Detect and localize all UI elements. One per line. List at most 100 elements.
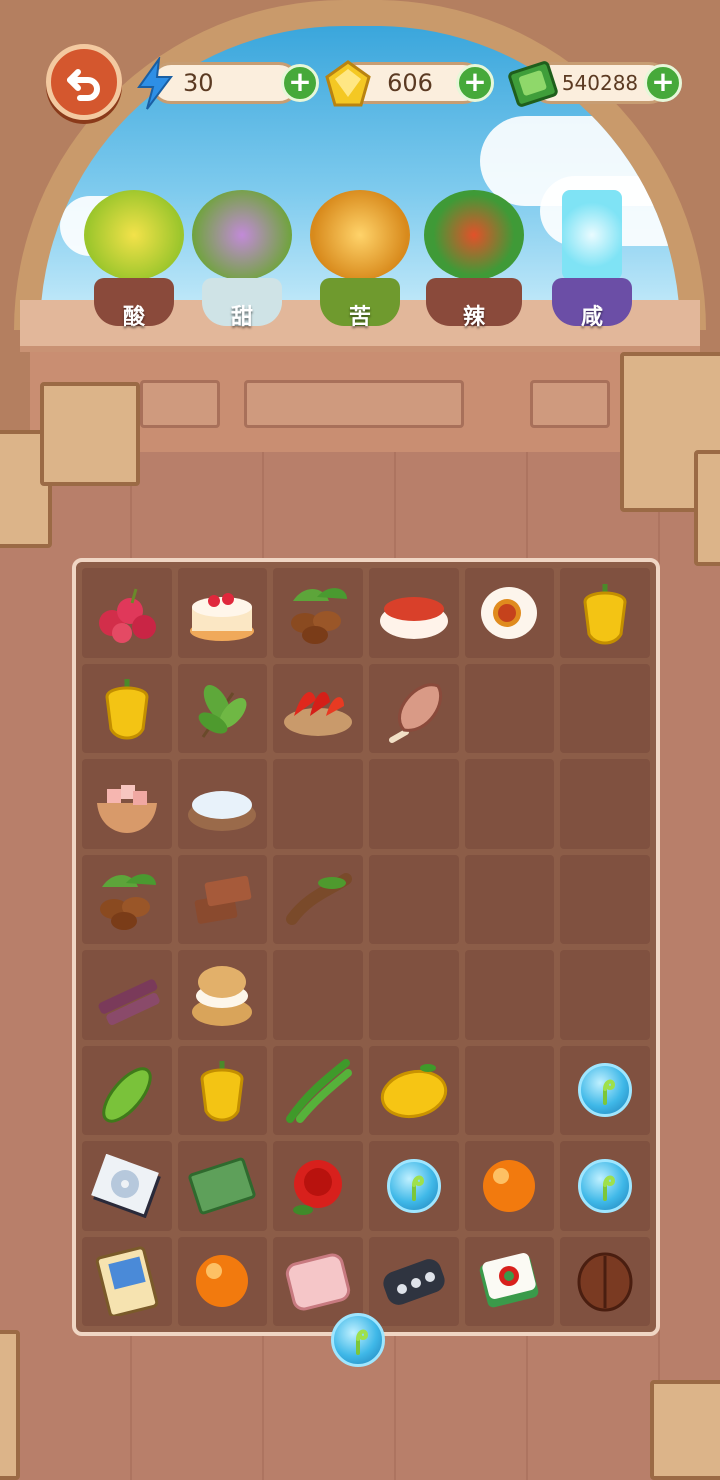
board-cell[interactable] bbox=[560, 854, 650, 944]
mahjong-tile-icon bbox=[473, 1245, 545, 1317]
chili-plant-icon bbox=[424, 190, 524, 280]
walnut-icon bbox=[569, 1245, 641, 1317]
board-cell[interactable] bbox=[560, 1141, 650, 1231]
board-cell[interactable] bbox=[464, 950, 555, 1040]
board-cell[interactable] bbox=[464, 1045, 555, 1135]
board-cell[interactable] bbox=[82, 950, 172, 1040]
trading-card-icon bbox=[91, 1245, 163, 1317]
board-cell[interactable] bbox=[273, 1141, 363, 1231]
board-cell[interactable] bbox=[464, 854, 555, 944]
board-cell[interactable] bbox=[82, 1045, 172, 1135]
board-cell[interactable] bbox=[368, 854, 459, 944]
undo-arrow-icon bbox=[67, 69, 100, 101]
plant-sour[interactable]: 酸 bbox=[74, 180, 194, 340]
coffee-beans-icon bbox=[91, 863, 163, 935]
board-cell[interactable] bbox=[177, 950, 268, 1040]
add-gems-button[interactable]: + bbox=[456, 64, 494, 102]
board-cell[interactable] bbox=[82, 1236, 172, 1326]
plant-spicy[interactable]: 辣 bbox=[414, 180, 534, 340]
sprout-bubble-icon bbox=[378, 1150, 450, 1222]
board-cell[interactable] bbox=[368, 663, 459, 753]
brown-sugar-icon bbox=[186, 863, 258, 935]
board-cell[interactable] bbox=[82, 854, 172, 944]
chili-powder-icon bbox=[378, 577, 450, 649]
yellow-pepper-icon bbox=[91, 672, 163, 744]
board-cell[interactable] bbox=[273, 1045, 363, 1135]
board-cell[interactable] bbox=[82, 568, 172, 658]
board-cell[interactable] bbox=[177, 1236, 268, 1326]
board-cell[interactable] bbox=[464, 1236, 555, 1326]
sprout-bubble-icon bbox=[569, 1054, 641, 1126]
gem-value: 606 bbox=[387, 69, 433, 97]
yellow-pepper-icon bbox=[569, 577, 641, 649]
board-cell[interactable] bbox=[273, 568, 363, 658]
plant-label: 辣 bbox=[462, 305, 485, 330]
board-cell[interactable] bbox=[560, 759, 650, 849]
cash-value: 540288 bbox=[561, 71, 639, 95]
pink-salt-bowl-icon bbox=[91, 768, 163, 840]
orange-orb-icon bbox=[186, 1245, 258, 1317]
green-notebook-icon bbox=[186, 1150, 258, 1222]
strawberry-cake-icon bbox=[186, 577, 258, 649]
board-cell[interactable] bbox=[464, 663, 555, 753]
board-cell[interactable] bbox=[82, 1141, 172, 1231]
plant-salty[interactable]: 咸 bbox=[532, 180, 652, 340]
plant-label: 甜 bbox=[230, 305, 253, 330]
sugarcane-plant-icon bbox=[192, 190, 292, 280]
crate bbox=[40, 382, 140, 486]
coffee-beans-icon bbox=[282, 577, 354, 649]
yellow-pepper-icon bbox=[186, 1054, 258, 1126]
pink-cushion-icon bbox=[282, 1245, 354, 1317]
salted-egg-icon bbox=[473, 577, 545, 649]
add-energy-button[interactable]: + bbox=[281, 64, 319, 102]
board-cell[interactable] bbox=[177, 1045, 268, 1135]
counter-panel bbox=[140, 380, 220, 428]
bitter-melon-icon bbox=[91, 1054, 163, 1126]
board-cell[interactable] bbox=[177, 759, 268, 849]
board-cell[interactable] bbox=[82, 663, 172, 753]
board-cell[interactable] bbox=[368, 759, 459, 849]
board-cell[interactable] bbox=[368, 950, 459, 1040]
add-cash-button[interactable]: + bbox=[644, 64, 682, 102]
board-cell[interactable] bbox=[177, 854, 268, 944]
board-cell[interactable] bbox=[82, 759, 172, 849]
plant-label: 酸 bbox=[122, 305, 145, 330]
board-cell[interactable] bbox=[560, 1236, 650, 1326]
red-chilies-icon bbox=[282, 672, 354, 744]
crate bbox=[0, 1330, 20, 1480]
plant-label: 咸 bbox=[580, 305, 603, 330]
energy-value: 30 bbox=[183, 69, 214, 97]
plant-sweet[interactable]: 甜 bbox=[182, 180, 302, 340]
board-cell[interactable] bbox=[368, 1045, 459, 1135]
orange-orb-icon bbox=[473, 1150, 545, 1222]
crate bbox=[650, 1380, 720, 1480]
board-cell[interactable] bbox=[273, 854, 363, 944]
cash-stack-icon bbox=[506, 54, 562, 112]
counter-panel bbox=[244, 380, 464, 428]
board-cell[interactable] bbox=[273, 950, 363, 1040]
plant-label: 苦 bbox=[348, 305, 371, 330]
board-cell[interactable] bbox=[464, 568, 555, 658]
board-cell[interactable] bbox=[464, 759, 555, 849]
board-cell[interactable] bbox=[177, 568, 268, 658]
plant-bitter[interactable]: 苦 bbox=[300, 180, 420, 340]
car-key-icon bbox=[378, 1245, 450, 1317]
board-cell[interactable] bbox=[560, 568, 650, 658]
sprout-bubble-icon bbox=[569, 1150, 641, 1222]
board-cell[interactable] bbox=[273, 759, 363, 849]
board-cell[interactable] bbox=[560, 1045, 650, 1135]
bitter-tree-icon bbox=[310, 190, 410, 280]
board-cell[interactable] bbox=[464, 1141, 555, 1231]
board-cell[interactable] bbox=[368, 568, 459, 658]
board-cell[interactable] bbox=[177, 663, 268, 753]
floating-sprout-bubble[interactable] bbox=[331, 1313, 385, 1367]
board-cell[interactable] bbox=[273, 663, 363, 753]
board-cell[interactable] bbox=[177, 1141, 268, 1231]
sea-salt-bowl-icon bbox=[186, 768, 258, 840]
lemon-tree-icon bbox=[84, 190, 184, 280]
board-cell[interactable] bbox=[560, 950, 650, 1040]
lemon-icon bbox=[378, 1054, 450, 1126]
back-button[interactable] bbox=[46, 44, 122, 120]
board-cell[interactable] bbox=[560, 663, 650, 753]
board-cell[interactable] bbox=[368, 1141, 459, 1231]
